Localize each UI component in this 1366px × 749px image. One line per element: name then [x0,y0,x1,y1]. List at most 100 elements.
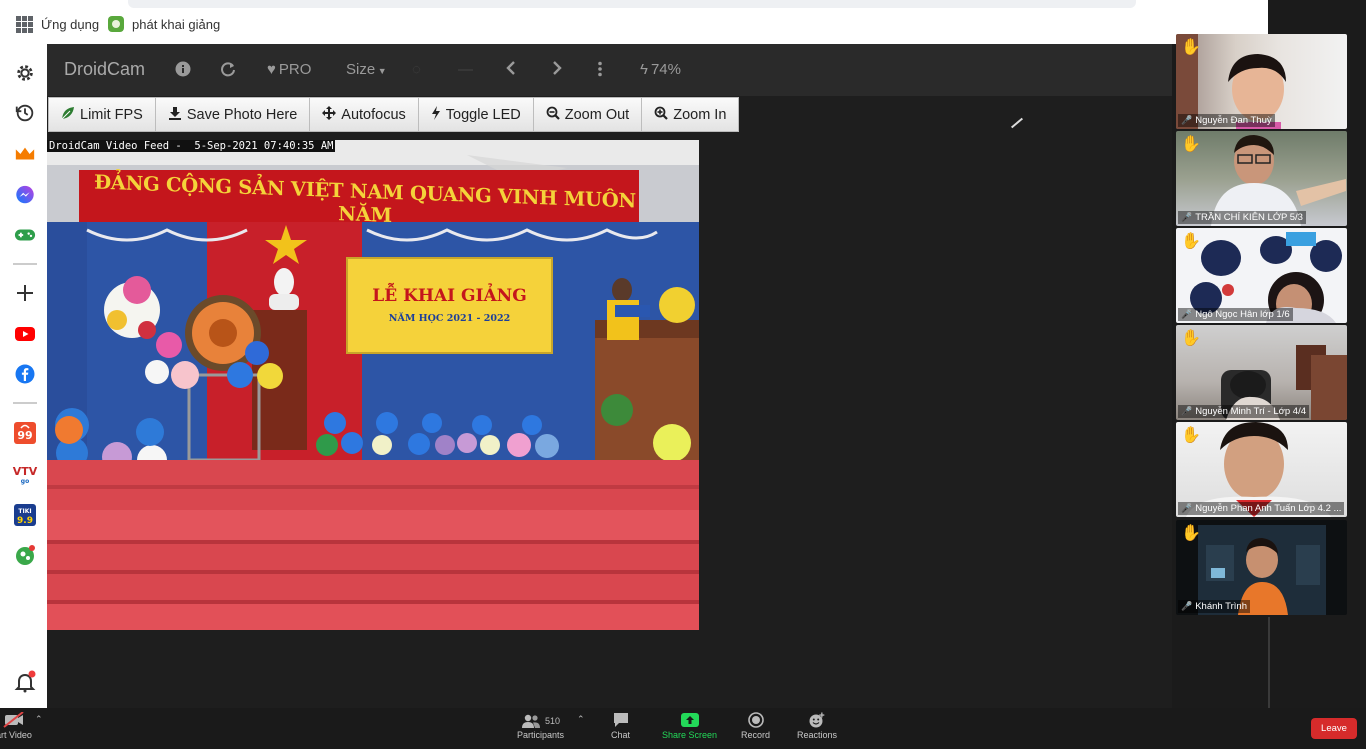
raised-hand-icon: ✋ [1181,136,1201,153]
reactions-label: Reactions [797,730,838,740]
tiki-icon[interactable]: TIKI 9.9 [12,502,38,528]
participant-name: TRẦN CHÍ KIÊN LỚP 5/3 [1195,212,1303,223]
chevron-right-icon[interactable] [551,61,563,79]
participant-tile[interactable]: ✋ 🎤 TRẦN CHÍ KIÊN LỚP 5/3 [1176,131,1347,226]
gallery-scroll-divider [1268,617,1270,708]
chat-icon [612,712,630,730]
meeting-controls-bar: art Video ⌃ 510 Participants ⌃ Chat Shar… [0,708,1366,749]
participant-name: Ngô Ngọc Hân lớp 1/6 [1195,309,1290,320]
droidcam-video-feed: ĐẢNG CỘNG SẢN VIỆT NAM QUANG VINH MUÔN N… [47,140,699,630]
participant-name-tag: 🎤 Ngô Ngọc Hân lớp 1/6 [1178,308,1293,321]
participant-name-tag: 🎤 Nguyễn Đan Thuỳ [1178,114,1275,127]
limit-fps-button[interactable]: Limit FPS [49,98,156,131]
zoom-out-icon [546,106,560,124]
ceremony-board-title: LỄ KHAI GIẢNG [372,286,527,306]
apps-grid-icon [16,16,33,33]
bookmark-apps[interactable]: Ứng dụng [16,16,99,33]
droidcam-header: DroidCam ♥ PRO Size ▼ ◌ — ϟ 74% [47,44,1172,96]
app-sidebar: 99 VTV go TIKI 9.9 [0,44,47,708]
chat-label: Chat [611,730,631,740]
participant-tile[interactable]: ✋ 🎤 Khánh Trình [1176,520,1347,615]
zoom-out-label: Zoom Out [564,106,630,123]
participant-tile[interactable]: ✋ 🎤 Ngô Ngọc Hân lớp 1/6 [1176,228,1347,323]
start-video-button[interactable]: art Video [0,711,32,740]
gamepad-icon[interactable] [12,222,38,248]
participant-name-tag: 🎤 Khánh Trình [1178,600,1250,613]
leaf-icon [61,106,75,124]
add-icon[interactable] [12,280,38,306]
leave-button[interactable]: Leave [1311,718,1357,739]
notification-bell-icon[interactable] [12,669,38,695]
video-options-caret-icon[interactable]: ⌃ [35,714,43,725]
svg-text:VTV: VTV [13,465,38,478]
reactions-button[interactable]: Reactions [797,712,837,740]
vtv-icon[interactable]: VTV go [12,460,38,486]
autofocus-button[interactable]: Autofocus [310,98,419,131]
save-photo-button[interactable]: Save Photo Here [155,98,311,131]
messenger-icon[interactable] [12,182,38,208]
chevron-left-icon[interactable] [505,61,517,79]
shopee-icon[interactable]: 99 [12,420,38,446]
zoom-in-label: Zoom In [673,106,727,123]
raised-hand-icon: ✋ [1181,427,1201,444]
bookmark-apps-label: Ứng dụng [41,17,100,32]
svg-text:9.9: 9.9 [17,516,33,526]
svg-text:go: go [21,478,29,485]
participant-tile[interactable]: ✋ 🎤 Nguyễn Phan Anh Tuấn Lớp 4.2 ... [1176,422,1347,517]
toggle-led-button[interactable]: Toggle LED [418,98,534,131]
record-button[interactable]: Record [741,712,770,740]
bookmark-label: phát khai giảng [132,16,221,32]
heart-icon: ♥ [267,61,276,78]
history-icon[interactable] [12,100,38,126]
participants-caret-icon[interactable]: ⌃ [577,714,585,725]
crown-icon[interactable] [12,141,38,167]
youtube-icon[interactable] [12,321,38,347]
chat-button[interactable]: Chat [611,712,630,740]
participant-tile[interactable]: ✋ 🎤 Nguyễn Đan Thuỳ [1176,34,1347,129]
info-icon[interactable] [175,61,191,81]
participant-name-tag: 🎤 Nguyễn Minh Trí - Lớp 4/4 [1178,405,1309,418]
muted-mic-icon: 🎤 [1181,309,1193,319]
minus-icon: — [458,61,473,78]
download-icon [168,106,182,124]
caret-down-icon: ▼ [375,66,387,76]
participant-name-tag: 🎤 Nguyễn Phan Anh Tuấn Lớp 4.2 ... [1178,502,1345,515]
participants-icon-group: 510 [521,712,560,730]
muted-mic-icon: 🎤 [1181,503,1193,513]
toggle-led-label: Toggle LED [445,106,521,123]
size-dropdown[interactable]: Size ▼ [346,61,387,78]
bookmarks-bar: Ứng dụng phát khai giảng [0,0,1268,44]
share-screen-icon [680,712,700,730]
raised-hand-icon: ✋ [1181,39,1201,56]
muted-mic-icon: 🎤 [1181,406,1193,416]
sidebar-divider [13,263,37,265]
participant-tile[interactable]: ✋ 🎤 Nguyễn Minh Trí - Lớp 4/4 [1176,325,1347,420]
record-icon [747,712,764,730]
participants-count: 510 [545,716,561,726]
participants-button[interactable]: 510 Participants [517,712,564,740]
video-off-icon [3,711,25,730]
participant-name-tag: 🎤 TRẦN CHÍ KIÊN LỚP 5/3 [1178,211,1306,224]
people-icon [522,714,540,728]
svg-text:99: 99 [17,429,32,442]
reactions-icon [808,712,826,730]
settings-icon[interactable] [12,60,38,86]
pro-button[interactable]: ♥ PRO [267,61,311,78]
participant-name: Nguyễn Minh Trí - Lớp 4/4 [1195,406,1306,417]
zoom-out-button[interactable]: Zoom Out [533,98,643,131]
soccer-icon[interactable] [12,542,38,568]
share-screen-button[interactable]: Share Screen [662,712,717,740]
facebook-icon[interactable] [12,361,38,387]
bookmark-phat-khai-giang[interactable]: phát khai giảng [108,16,220,32]
refresh-icon[interactable] [220,61,236,81]
sidebar-divider [13,402,37,404]
more-vertical-icon[interactable] [597,61,603,81]
participant-name: Nguyễn Phan Anh Tuấn Lớp 4.2 ... [1195,503,1342,514]
raised-hand-icon: ✋ [1181,233,1201,250]
zoom-in-button[interactable]: Zoom In [642,98,739,131]
address-bar-edge [128,0,1136,8]
droidcam-title: DroidCam [64,59,146,79]
video-feed-timestamp: DroidCam Video Feed - 5-Sep-2021 07:40:3… [47,140,336,152]
start-video-label: art Video [0,730,32,740]
share-screen-label: Share Screen [662,730,718,740]
